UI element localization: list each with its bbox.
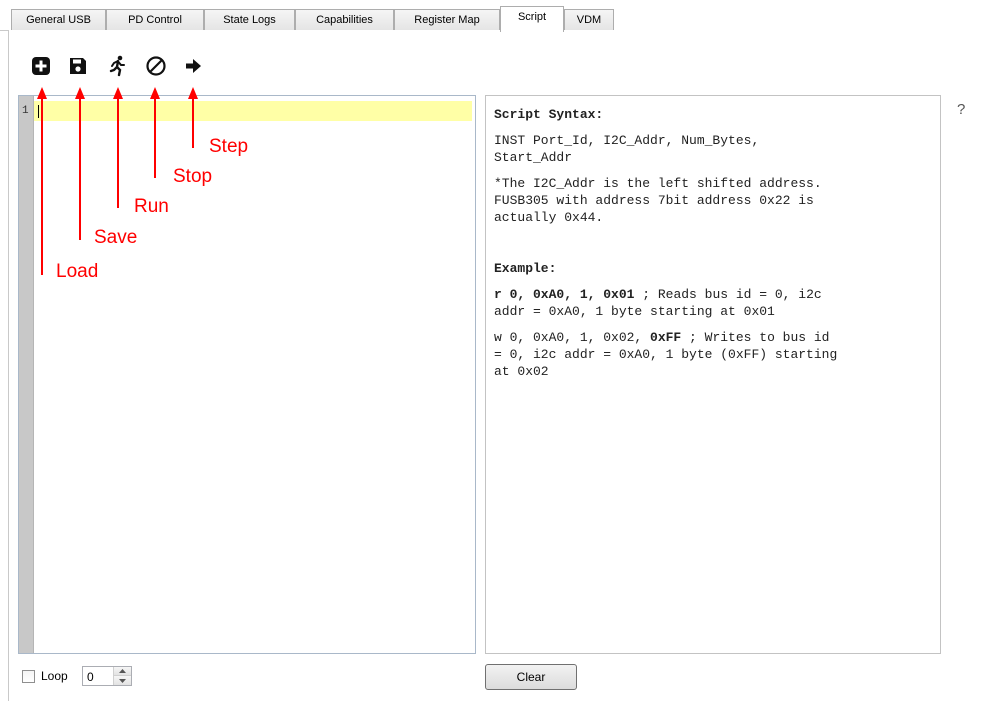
- tab-vdm[interactable]: VDM: [564, 9, 614, 31]
- save-button[interactable]: [66, 54, 90, 78]
- chevron-up-icon: [119, 669, 126, 673]
- load-annotation: Load: [56, 261, 99, 282]
- spin-down-button[interactable]: [113, 676, 131, 685]
- help-example-read: r 0, 0xA0, 1, 0x01 ; Reads bus id = 0, i…: [494, 286, 932, 320]
- run-figure-icon: [109, 55, 125, 77]
- help-title: Script Syntax:: [494, 107, 604, 122]
- example-write-command: w 0, 0xA0, 1, 0x02,: [494, 330, 651, 345]
- chevron-down-icon: [119, 678, 126, 683]
- save-annotation: Save: [94, 227, 138, 248]
- step-annotation: Step: [209, 136, 249, 157]
- current-line-highlight: [34, 101, 472, 121]
- loop-checkbox[interactable]: [22, 670, 35, 683]
- tab-pd-control[interactable]: PD Control: [106, 9, 204, 31]
- run-button[interactable]: [106, 54, 130, 78]
- syntax-help-panel: Script Syntax: INST Port_Id, I2C_Addr, N…: [485, 95, 941, 654]
- help-syntax: INST Port_Id, I2C_Addr, Num_Bytes, Start…: [494, 133, 760, 165]
- help-example-title: Example:: [494, 261, 557, 276]
- tab-state-logs[interactable]: State Logs: [204, 9, 295, 31]
- load-plus-icon: [32, 57, 50, 75]
- step-arrow-icon: [186, 59, 201, 73]
- spin-up-button[interactable]: [113, 667, 131, 676]
- example-write-data: 0xFF: [650, 330, 682, 345]
- stop-circle-icon: [146, 56, 166, 76]
- tab-script[interactable]: Script: [500, 6, 564, 32]
- line-number-gutter: [19, 96, 34, 653]
- step-button[interactable]: [182, 54, 206, 78]
- script-editor[interactable]: 1: [18, 95, 476, 654]
- load-button[interactable]: [29, 54, 53, 78]
- save-floppy-icon: [70, 58, 86, 74]
- run-annotation: Run: [134, 196, 169, 217]
- help-note: *The I2C_Addr is the left shifted addres…: [494, 176, 822, 225]
- tab-register-map[interactable]: Register Map: [394, 9, 500, 31]
- loop-count-value: 0: [87, 670, 94, 684]
- text-caret: [38, 105, 39, 118]
- help-button[interactable]: ?: [957, 101, 965, 118]
- tab-capabilities[interactable]: Capabilities: [295, 9, 394, 31]
- help-example-write: w 0, 0xA0, 1, 0x02, 0xFF ; Writes to bus…: [494, 329, 932, 380]
- line-number: 1: [22, 105, 29, 117]
- loop-count-spinbox[interactable]: 0: [82, 666, 132, 686]
- stop-annotation: Stop: [173, 166, 213, 187]
- tab-general-usb[interactable]: General USB: [11, 9, 106, 31]
- stop-button[interactable]: [144, 54, 168, 78]
- clear-button[interactable]: Clear: [485, 664, 577, 690]
- loop-label: Loop: [41, 669, 68, 683]
- example-read-command: r 0, 0xA0, 1, 0x01: [494, 287, 635, 302]
- tab-strip: General USB PD Control State Logs Capabi…: [0, 0, 985, 32]
